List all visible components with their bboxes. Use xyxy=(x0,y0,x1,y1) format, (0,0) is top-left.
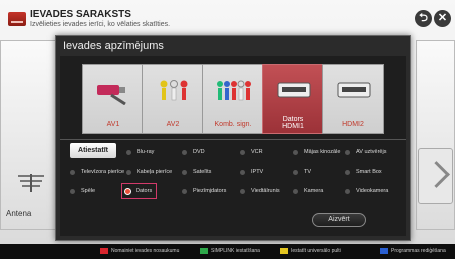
input-card-hdmi2[interactable]: HDMI2 xyxy=(322,64,384,134)
input-tile-label: Antena xyxy=(6,209,32,218)
option-camcorder[interactable]: Videokamera xyxy=(345,185,388,197)
option-smart-box[interactable]: Smart Box xyxy=(345,166,382,178)
reset-button[interactable]: Atiestatīt xyxy=(70,143,116,158)
divider xyxy=(60,139,406,140)
input-card-av1[interactable]: AV1 xyxy=(82,64,144,134)
option-laptop[interactable]: Piezīmjdators xyxy=(182,185,226,197)
blue-key-icon xyxy=(380,248,388,254)
option-cable-box[interactable]: Kabeļa pierīce xyxy=(126,166,172,178)
scroll-right-arrow-icon[interactable] xyxy=(418,148,453,204)
option-satellite[interactable]: Satelīts xyxy=(182,166,211,178)
radio-dot xyxy=(345,149,350,155)
option-iptv[interactable]: IPTV xyxy=(240,166,263,178)
card-label: HDMI2 xyxy=(342,121,364,128)
antenna-icon xyxy=(18,174,44,192)
option-dvd[interactable]: DVD xyxy=(182,146,205,158)
radio-dot-selected xyxy=(125,188,130,194)
option-home-theater[interactable]: Mājas kinozāle xyxy=(293,146,340,158)
option-tv[interactable]: TV xyxy=(293,166,311,178)
card-label: Komb. sign. xyxy=(214,121,252,128)
hdmi-port-icon xyxy=(277,82,311,98)
radio-dot xyxy=(293,149,298,155)
option-set-top-box[interactable]: Televīzora pierīce xyxy=(70,166,124,178)
simplink-setup-hint[interactable]: SIMPLINK iestatīšana xyxy=(200,248,260,254)
option-vcr[interactable]: VCR xyxy=(240,146,263,158)
option-camera[interactable]: Kamera xyxy=(293,185,323,197)
hdmi-port-icon xyxy=(337,82,371,98)
option-av-receiver[interactable]: AV uztvērējs xyxy=(345,146,386,158)
rca-3-connector-icon xyxy=(160,80,188,101)
radio-dot xyxy=(182,188,187,194)
dialog-close-button[interactable]: Aizvērt xyxy=(312,213,366,227)
radio-dot xyxy=(182,169,187,175)
radio-dot xyxy=(293,188,298,194)
page-title: IEVADES SARAKSTS xyxy=(30,9,131,20)
radio-dot xyxy=(345,188,350,194)
card-label: AV1 xyxy=(106,121,120,128)
radio-dot xyxy=(240,149,245,155)
green-key-icon xyxy=(200,248,208,254)
close-button[interactable]: ✕ xyxy=(434,10,451,27)
input-card-av2[interactable]: AV2 xyxy=(142,64,204,134)
page-subtitle: Izvēlieties ievades ierīci, ko vēlaties … xyxy=(30,21,171,28)
radio-dot xyxy=(126,169,131,175)
close-icon: ✕ xyxy=(437,12,448,24)
option-game[interactable]: Spēle xyxy=(70,185,95,197)
rename-input-hint[interactable]: Nomainiet ievades nosaukumu xyxy=(100,248,179,254)
universal-remote-hint[interactable]: Iestatīt universālo pulti xyxy=(280,248,341,254)
component-5-connector-icon xyxy=(217,80,251,101)
radio-dot xyxy=(70,188,75,194)
radio-dot xyxy=(240,188,245,194)
back-icon: ⮌ xyxy=(419,12,428,24)
radio-dot xyxy=(70,169,75,175)
dialog-title: Ievades apzīmējums xyxy=(63,40,164,52)
radio-dot xyxy=(293,169,298,175)
option-pc[interactable]: Dators xyxy=(121,183,158,199)
input-card-hdmi1[interactable]: Dators HDMI1 xyxy=(262,64,324,134)
input-tile-antenna[interactable] xyxy=(0,40,60,230)
card-label: AV2 xyxy=(166,121,180,128)
radio-dot xyxy=(126,149,131,155)
option-smartphone[interactable]: Viedtālrunis xyxy=(240,185,280,197)
yellow-key-icon xyxy=(280,248,288,254)
input-list-icon xyxy=(8,12,26,26)
radio-dot xyxy=(240,169,245,175)
back-button[interactable]: ⮌ xyxy=(415,10,432,27)
option-blu-ray[interactable]: Blu-ray xyxy=(126,146,154,158)
card-label: Dators HDMI1 xyxy=(282,116,304,130)
radio-dot xyxy=(345,169,350,175)
red-key-icon xyxy=(100,248,108,254)
scart-cable-icon xyxy=(97,85,126,105)
radio-dot xyxy=(182,149,187,155)
channel-edit-hint[interactable]: Programmas rediģēšana xyxy=(380,248,446,254)
input-card-component[interactable]: Komb. sign. xyxy=(202,64,264,134)
